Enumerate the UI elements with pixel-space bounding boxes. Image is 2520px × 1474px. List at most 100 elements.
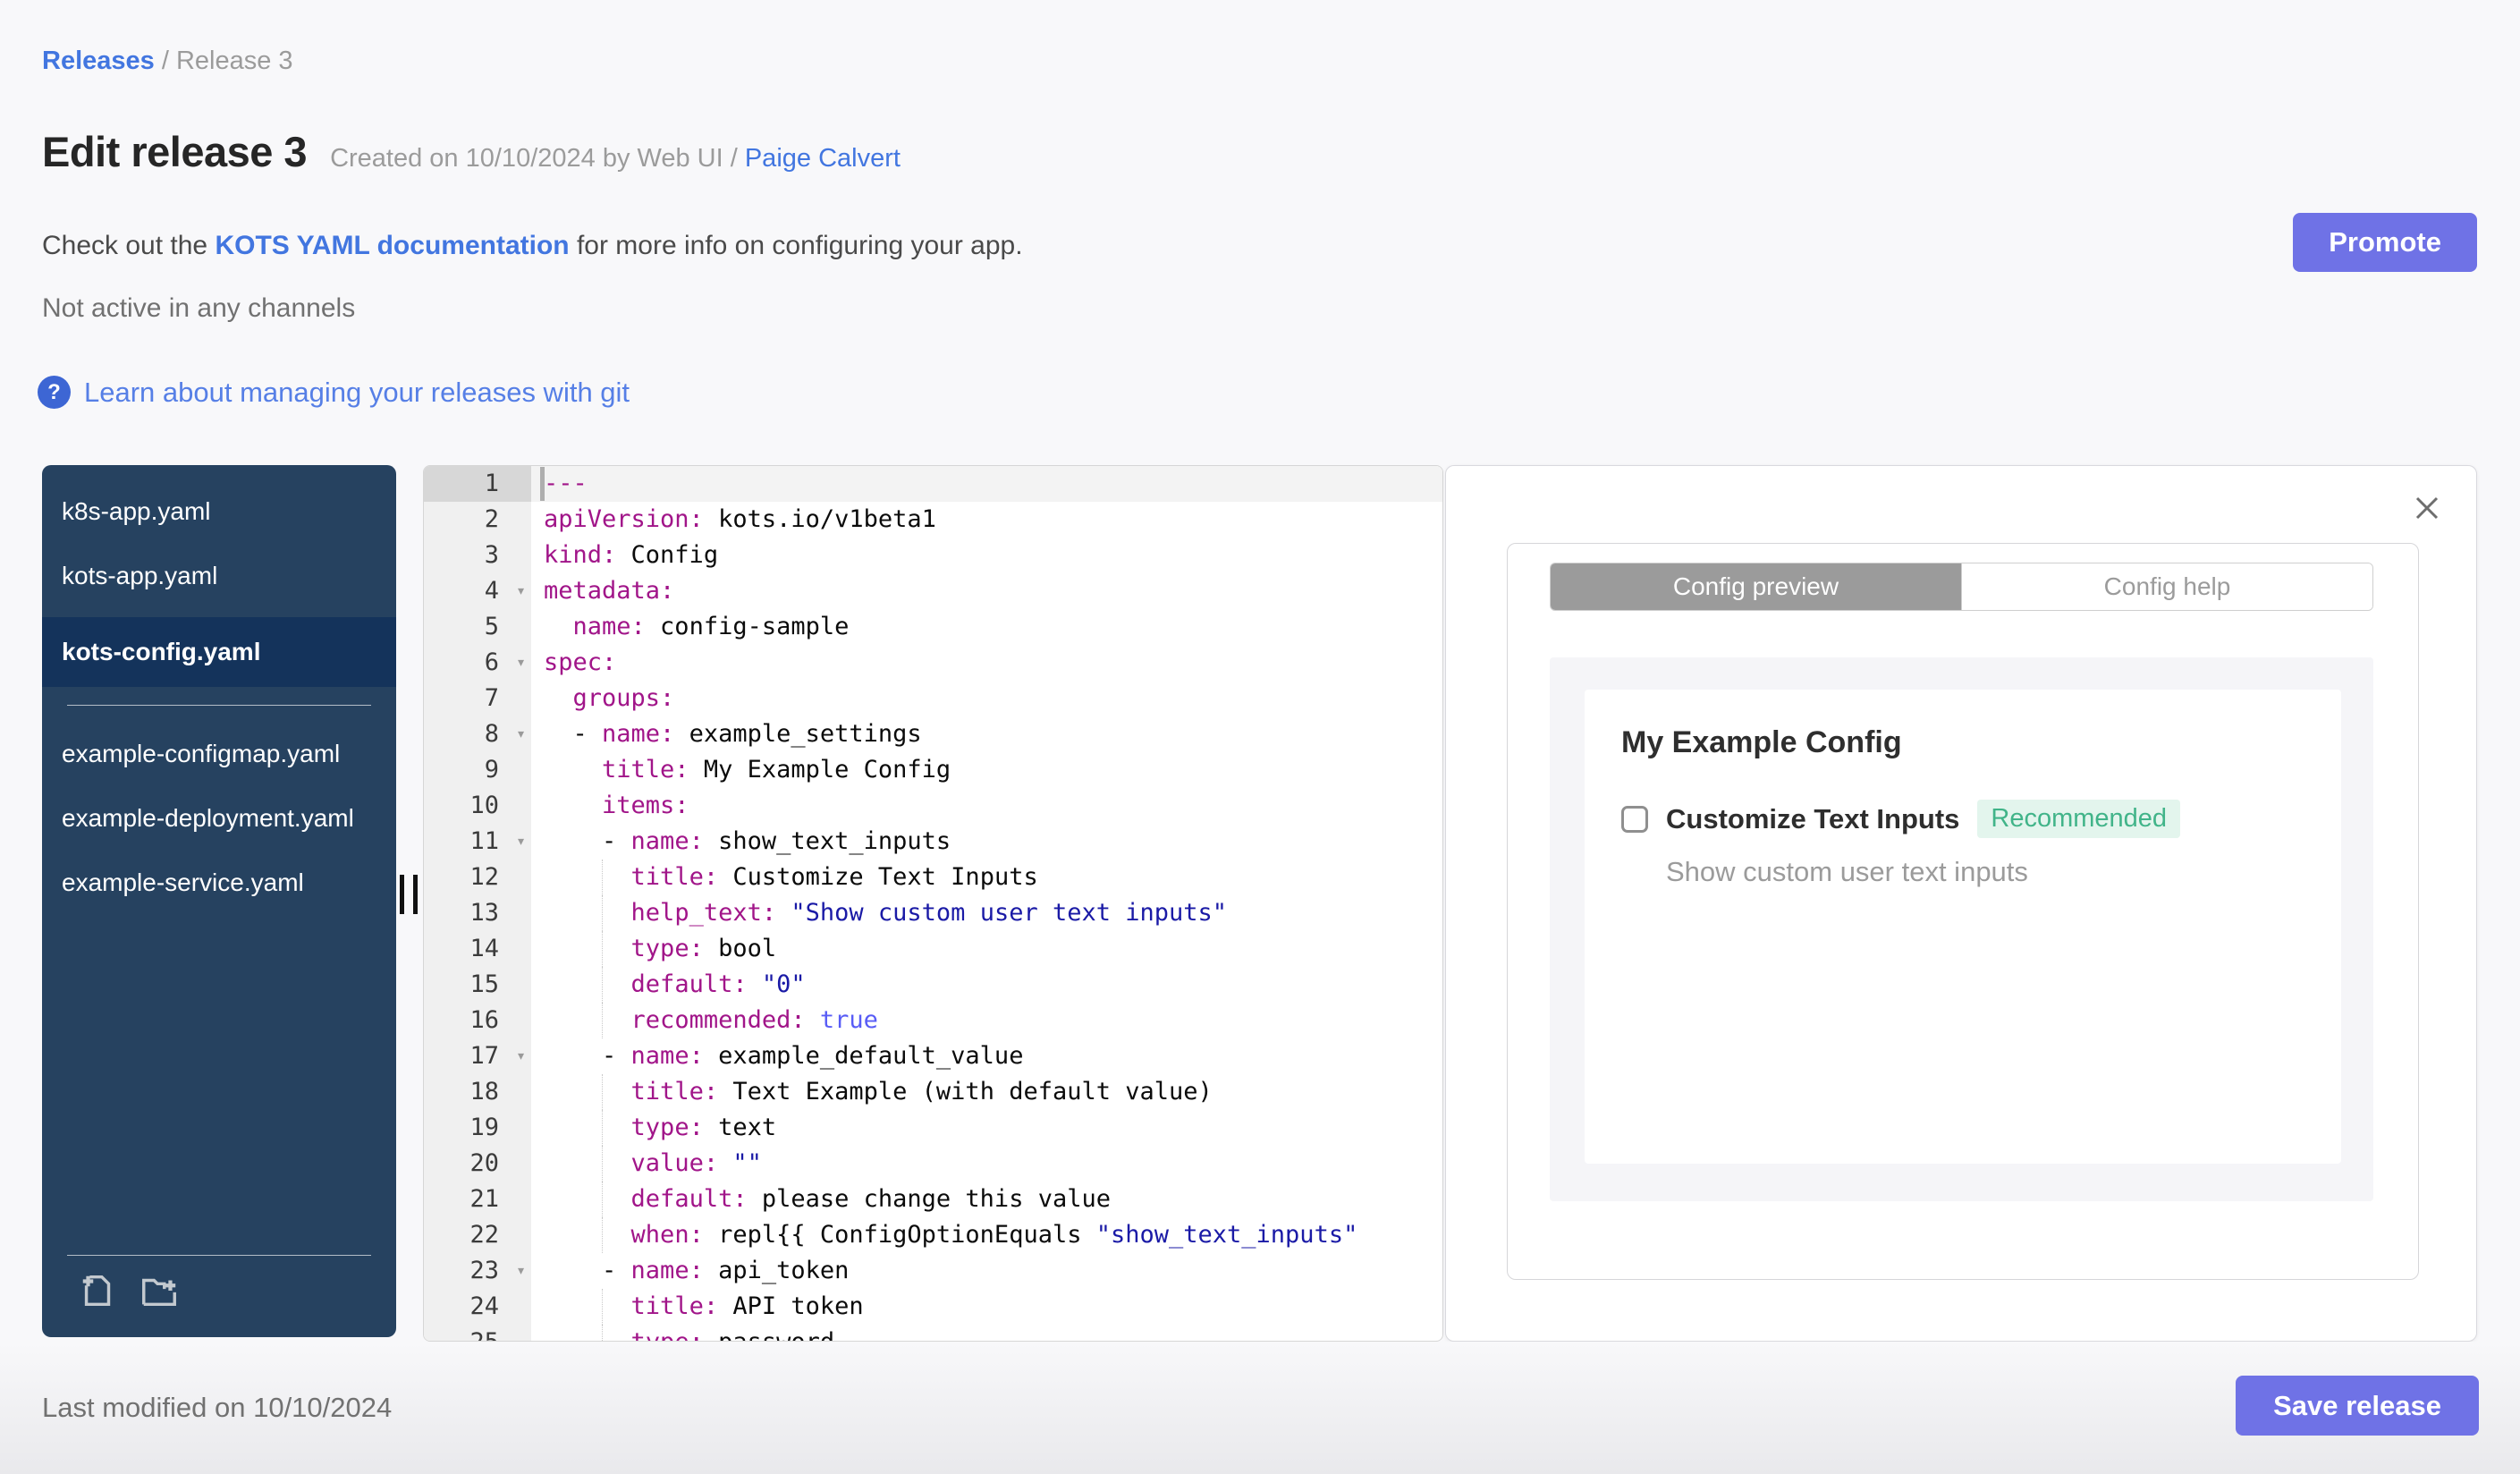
- line-number: 3: [424, 538, 531, 573]
- code-line-16[interactable]: 16 recommended: true: [424, 1003, 1442, 1038]
- code-line-10[interactable]: 10 items:: [424, 788, 1442, 824]
- tab-config-preview[interactable]: Config preview: [1551, 563, 1961, 610]
- code-line-15[interactable]: 15 default: "0": [424, 967, 1442, 1003]
- breadcrumb-current: Release 3: [175, 47, 293, 75]
- code-line-19[interactable]: 19 type: text: [424, 1110, 1442, 1146]
- git-releases-link-row[interactable]: ? Learn about managing your releases wit…: [38, 376, 630, 409]
- sidebar-file-kots-app.yaml[interactable]: kots-app.yaml: [42, 553, 396, 599]
- title-row: Edit release 3 Created on 10/10/2024 by …: [42, 127, 901, 176]
- sidebar-file-example-configmap.yaml[interactable]: example-configmap.yaml: [42, 731, 396, 777]
- code-text[interactable]: value: "": [531, 1146, 1442, 1182]
- code-line-7[interactable]: 7 groups:: [424, 681, 1442, 716]
- file-sidebar: k8s-app.yaml kots-app.yaml kots-config.yam…: [42, 465, 396, 1337]
- new-file-icon[interactable]: [78, 1270, 119, 1316]
- line-number: 6 ▾: [424, 645, 531, 681]
- new-folder-icon[interactable]: [139, 1270, 180, 1316]
- fold-arrow-icon[interactable]: ▾: [516, 824, 526, 860]
- code-text[interactable]: items:: [531, 788, 1442, 824]
- sidebar-resize-handle[interactable]: [398, 875, 419, 914]
- line-number: 13: [424, 895, 531, 931]
- text-cursor: [540, 467, 545, 501]
- code-line-1[interactable]: 1 ---: [424, 466, 1442, 502]
- code-text[interactable]: recommended: true: [531, 1003, 1442, 1038]
- config-render-area: My Example Config Customize Text Inputs …: [1550, 657, 2373, 1201]
- code-text[interactable]: - name: show_text_inputs: [531, 824, 1442, 860]
- code-text[interactable]: title: Customize Text Inputs: [531, 860, 1442, 895]
- config-item-label[interactable]: Customize Text Inputs: [1666, 803, 1959, 835]
- code-line-21[interactable]: 21 default: please change this value: [424, 1182, 1442, 1217]
- breadcrumb-releases-link[interactable]: Releases: [42, 47, 155, 75]
- save-release-button[interactable]: Save release: [2236, 1376, 2479, 1436]
- code-line-12[interactable]: 12 title: Customize Text Inputs: [424, 860, 1442, 895]
- yaml-code-editor[interactable]: 1 --- 2 apiVersion: kots.io/v1beta1 3 kind: C…: [423, 465, 1443, 1342]
- preview-tabs: Config preview Config help: [1550, 563, 2373, 611]
- code-text[interactable]: groups:: [531, 681, 1442, 716]
- code-text[interactable]: title: Text Example (with default value): [531, 1074, 1442, 1110]
- code-text[interactable]: name: config-sample: [531, 609, 1442, 645]
- sidebar-divider: [67, 705, 371, 706]
- preview-card: Config preview Config help My Example Con…: [1507, 543, 2419, 1280]
- promote-button[interactable]: Promote: [2293, 213, 2477, 272]
- close-icon[interactable]: [2412, 493, 2442, 523]
- code-line-9[interactable]: 9 title: My Example Config: [424, 752, 1442, 788]
- sidebar-file-example-deployment.yaml[interactable]: example-deployment.yaml: [42, 795, 396, 842]
- code-text[interactable]: spec:: [531, 645, 1442, 681]
- fold-arrow-icon[interactable]: ▾: [516, 1253, 526, 1289]
- code-text[interactable]: metadata:: [531, 573, 1442, 609]
- kots-yaml-docs-link[interactable]: KOTS YAML documentation: [215, 231, 569, 260]
- sidebar-file-k8s-app.yaml[interactable]: k8s-app.yaml: [42, 488, 396, 535]
- line-number: 2: [424, 502, 531, 538]
- line-number: 20: [424, 1146, 531, 1182]
- config-preview-panel: Config preview Config help My Example Con…: [1445, 465, 2477, 1342]
- code-text[interactable]: type: bool: [531, 931, 1442, 967]
- code-line-23[interactable]: 23 ▾ - name: api_token: [424, 1253, 1442, 1289]
- code-text[interactable]: - name: api_token: [531, 1253, 1442, 1289]
- code-text[interactable]: - name: example_settings: [531, 716, 1442, 752]
- code-text[interactable]: default: please change this value: [531, 1182, 1442, 1217]
- git-releases-link[interactable]: Learn about managing your releases with …: [84, 377, 630, 409]
- code-text[interactable]: when: repl{{ ConfigOptionEquals "show_te…: [531, 1217, 1442, 1253]
- fold-arrow-icon[interactable]: ▾: [516, 573, 526, 609]
- code-text[interactable]: apiVersion: kots.io/v1beta1: [531, 502, 1442, 538]
- page-title: Edit release 3: [42, 128, 308, 175]
- code-line-13[interactable]: 13 help_text: "Show custom user text inp…: [424, 895, 1442, 931]
- code-line-4[interactable]: 4 ▾ metadata:: [424, 573, 1442, 609]
- code-line-2[interactable]: 2 apiVersion: kots.io/v1beta1: [424, 502, 1442, 538]
- sidebar-file-kots-config.yaml[interactable]: kots-config.yaml: [42, 617, 396, 687]
- code-text[interactable]: title: My Example Config: [531, 752, 1442, 788]
- fold-arrow-icon[interactable]: ▾: [516, 645, 526, 681]
- code-line-25[interactable]: 25 type: password: [424, 1325, 1442, 1341]
- code-line-22[interactable]: 22 when: repl{{ ConfigOptionEquals "show…: [424, 1217, 1442, 1253]
- code-text[interactable]: ---: [531, 466, 1442, 502]
- code-line-20[interactable]: 20 value: "": [424, 1146, 1442, 1182]
- code-text[interactable]: kind: Config: [531, 538, 1442, 573]
- code-line-14[interactable]: 14 type: bool: [424, 931, 1442, 967]
- code-text[interactable]: - name: example_default_value: [531, 1038, 1442, 1074]
- created-author-link[interactable]: Paige Calvert: [745, 144, 901, 173]
- line-number: 23 ▾: [424, 1253, 531, 1289]
- code-text[interactable]: type: password: [531, 1325, 1442, 1341]
- line-number: 22: [424, 1217, 531, 1253]
- code-text[interactable]: default: "0": [531, 967, 1442, 1003]
- fold-arrow-icon[interactable]: ▾: [516, 1038, 526, 1074]
- code-text[interactable]: title: API token: [531, 1289, 1442, 1325]
- code-line-11[interactable]: 11 ▾ - name: show_text_inputs: [424, 824, 1442, 860]
- code-line-6[interactable]: 6 ▾ spec:: [424, 645, 1442, 681]
- code-text[interactable]: help_text: "Show custom user text inputs…: [531, 895, 1442, 931]
- line-number: 18: [424, 1074, 531, 1110]
- code-line-18[interactable]: 18 title: Text Example (with default val…: [424, 1074, 1442, 1110]
- code-line-17[interactable]: 17 ▾ - name: example_default_value: [424, 1038, 1442, 1074]
- tab-config-help[interactable]: Config help: [1961, 563, 2372, 610]
- code-line-3[interactable]: 3 kind: Config: [424, 538, 1442, 573]
- code-text[interactable]: type: text: [531, 1110, 1442, 1146]
- line-number: 9: [424, 752, 531, 788]
- recommended-badge: Recommended: [1977, 800, 2181, 838]
- fold-arrow-icon[interactable]: ▾: [516, 716, 526, 752]
- line-number: 14: [424, 931, 531, 967]
- sidebar-file-example-service.yaml[interactable]: example-service.yaml: [42, 860, 396, 906]
- code-line-24[interactable]: 24 title: API token: [424, 1289, 1442, 1325]
- question-icon: ?: [38, 376, 71, 409]
- code-line-5[interactable]: 5 name: config-sample: [424, 609, 1442, 645]
- customize-text-inputs-checkbox[interactable]: [1621, 805, 1648, 833]
- code-line-8[interactable]: 8 ▾ - name: example_settings: [424, 716, 1442, 752]
